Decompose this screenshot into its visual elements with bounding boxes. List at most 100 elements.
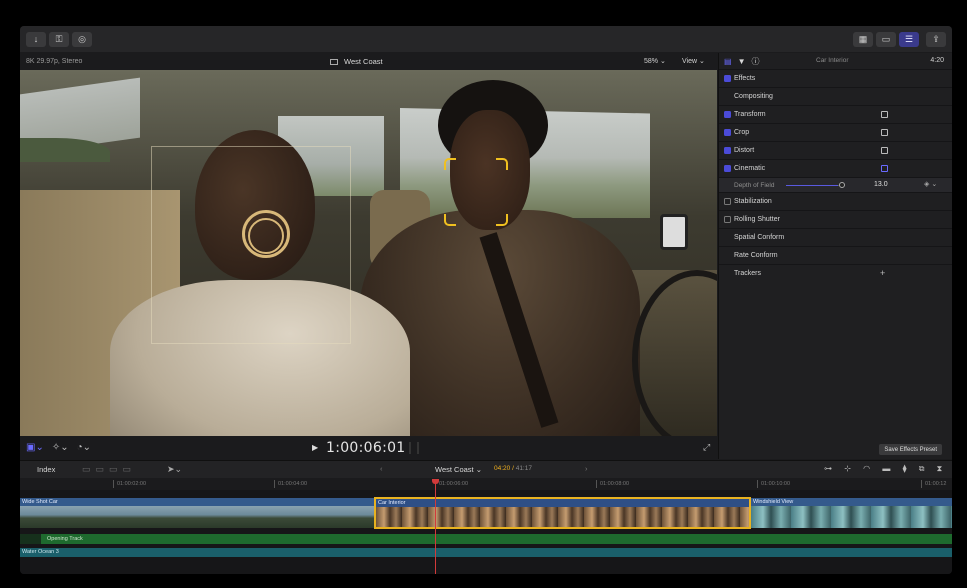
clip-windshield-view[interactable]: Windshield View xyxy=(751,498,952,528)
checkbox[interactable] xyxy=(724,216,731,223)
ruler-tick-label: 01:00:08:00 xyxy=(595,480,630,488)
row-label: Distort xyxy=(734,147,755,154)
timeline-tracks[interactable]: Wide Shot Car Car Interior Windshield Vi… xyxy=(20,490,952,574)
timeline-ruler[interactable]: 01:00:02:00 01:00:04:00 01:00:06:00 01:00:0… xyxy=(20,479,952,489)
keyframe-icon[interactable]: ◈ ⌄ xyxy=(924,180,937,188)
inspector-row-cinematic[interactable]: Cinematic xyxy=(719,159,952,177)
forward-icon[interactable]: › xyxy=(585,464,588,473)
inspector-tabs: ▤ ▼ ⓘ Car Interior 4:20 xyxy=(719,53,952,69)
ruler-tick-label: 01:00:02:00 xyxy=(112,480,147,488)
timeline-header: Index ▭▭▭▭ ➤⌄ ‹ West Coast ⌄ 04:20 / 41:… xyxy=(20,460,952,478)
edit-tools-icon[interactable]: ▭▭▭▭ xyxy=(82,464,136,475)
final-cut-window: ↓ ⚿ ◎ ▦ ▭ ☰ ⇪ 8K 29.97p, Stereo West Coa… xyxy=(20,26,952,574)
clip-thumbnails xyxy=(751,506,952,528)
timeline-toggle-icon[interactable]: ▭ xyxy=(876,32,896,47)
inspector-row-crop[interactable]: Crop xyxy=(719,123,952,141)
clip-wide-shot-car[interactable]: Wide Shot Car xyxy=(20,498,374,528)
select-tool-icon[interactable]: ➤⌄ xyxy=(167,464,182,475)
keywords-icon[interactable]: ⚿ xyxy=(49,31,69,47)
ruler-tick-label: 01:00:04:00 xyxy=(273,480,308,488)
browser-toggle-icon[interactable]: ▦ xyxy=(853,32,873,47)
timecode-display: 1:00:06:01 xyxy=(326,440,406,456)
speed-icon[interactable]: ◔⌄ xyxy=(77,442,91,453)
inspector-row-effects[interactable]: Effects xyxy=(719,69,952,87)
video-inspector-icon[interactable]: ▤ xyxy=(724,57,732,66)
clip-duration: 4:20 xyxy=(930,57,944,64)
inspector-row-stabilization[interactable]: Stabilization xyxy=(719,192,952,210)
row-label: Compositing xyxy=(734,93,773,100)
crop-icon[interactable] xyxy=(881,129,888,136)
checkbox[interactable] xyxy=(724,129,731,136)
row-label: Rate Conform xyxy=(734,252,778,259)
clip-thumbnails xyxy=(20,506,374,528)
clip-car-interior[interactable]: Car Interior xyxy=(374,497,751,529)
save-effects-preset-button[interactable]: Save Effects Preset xyxy=(879,444,942,455)
face-detection-box[interactable] xyxy=(444,158,508,226)
play-button[interactable]: ▶ xyxy=(312,443,318,452)
depth-of-field-row[interactable]: Depth of Field 13.0 ◈ ⌄ xyxy=(719,177,952,192)
inspector-row-rolling-shutter[interactable]: Rolling Shutter xyxy=(719,210,952,228)
viewer-title: West Coast xyxy=(330,57,383,66)
row-label: Cinematic xyxy=(734,165,766,172)
import-icon[interactable]: ↓ xyxy=(26,31,46,47)
inspector-row-distort[interactable]: Distort xyxy=(719,141,952,159)
side-mirror xyxy=(660,214,688,250)
toolbar: ↓ ⚿ ◎ ▦ ▭ ☰ ⇪ xyxy=(20,26,952,52)
inspector-row-trackers[interactable]: Trackers + xyxy=(719,264,952,282)
inspector-row-transform[interactable]: Transform xyxy=(719,105,952,123)
depth-slider-knob[interactable] xyxy=(839,182,845,188)
back-icon[interactable]: ‹ xyxy=(380,464,383,473)
index-button[interactable]: Index xyxy=(37,465,55,474)
playhead[interactable] xyxy=(432,479,439,574)
timeline-position: 04:20 / 41:17 xyxy=(494,465,532,472)
format-info: 8K 29.97p, Stereo xyxy=(26,57,83,65)
focus-tracker-box[interactable] xyxy=(151,146,351,344)
row-label: Spatial Conform xyxy=(734,234,785,241)
inspector-row-rate-conform[interactable]: Rate Conform xyxy=(719,246,952,264)
row-label: Transform xyxy=(734,111,766,118)
add-icon[interactable]: + xyxy=(880,268,885,278)
distort-icon[interactable] xyxy=(881,147,888,154)
depth-value[interactable]: 13.0 xyxy=(874,181,888,188)
timeline-tools-icon[interactable]: ⊶ ⊹ ◠ ▬ ⧫ ⧉ ⧗ xyxy=(824,464,947,474)
camera-icon[interactable]: ▣⌄ xyxy=(26,442,44,453)
clip-name: Car Interior xyxy=(816,57,849,64)
ruler-tick-label: 01:00:06:00 xyxy=(434,480,469,488)
enhance-icon[interactable]: ✧⌄ xyxy=(52,442,69,453)
viewer-header: 8K 29.97p, Stereo West Coast 58% ⌄ View … xyxy=(20,53,717,69)
transform-icon[interactable] xyxy=(881,111,888,118)
checkbox[interactable] xyxy=(724,198,731,205)
view-menu[interactable]: View ⌄ xyxy=(682,57,705,65)
zoom-menu[interactable]: 58% ⌄ xyxy=(644,57,666,65)
inspector: ▤ ▼ ⓘ Car Interior 4:20 Effects Compositi… xyxy=(718,53,952,459)
row-label: Stabilization xyxy=(734,198,772,205)
info-icon[interactable]: ⓘ xyxy=(751,56,759,67)
inspector-row-compositing[interactable]: Compositing xyxy=(719,87,952,105)
checkbox[interactable] xyxy=(724,111,731,118)
row-label: Rolling Shutter xyxy=(734,216,780,223)
depth-slider-fill xyxy=(786,185,838,186)
camera-icon[interactable] xyxy=(881,165,888,172)
filter-icon[interactable]: ▼ xyxy=(738,57,746,66)
row-label: Trackers xyxy=(734,270,761,277)
row-label: Effects xyxy=(734,75,756,82)
audio-meter xyxy=(409,442,419,454)
ruler-tick-label: 01:00:12 xyxy=(920,480,947,488)
share-icon[interactable]: ⇪ xyxy=(926,32,946,47)
clapper-icon xyxy=(330,58,338,65)
ruler-tick-label: 01:00:10:00 xyxy=(756,480,791,488)
viewer-footer: ▣⌄ ✧⌄ ◔⌄ ▶ 1:00:06:01 ⤢ xyxy=(20,437,717,459)
audio-track-water-ocean[interactable]: Water Ocean 3 xyxy=(20,548,952,557)
audio-track-opening[interactable]: Opening Track xyxy=(20,534,952,544)
fullscreen-icon[interactable]: ⤢ xyxy=(703,442,710,453)
clip-thumbnails xyxy=(376,507,749,527)
row-label: Crop xyxy=(734,129,750,136)
checkbox[interactable] xyxy=(724,165,731,172)
checkbox[interactable] xyxy=(724,147,731,154)
inspector-row-spatial-conform[interactable]: Spatial Conform xyxy=(719,228,952,246)
checkbox[interactable] xyxy=(724,75,731,82)
viewer-video[interactable] xyxy=(20,70,717,436)
background-tasks-icon[interactable]: ◎ xyxy=(72,31,92,47)
project-menu[interactable]: West Coast ⌄ xyxy=(435,465,482,474)
inspector-toggle-icon[interactable]: ☰ xyxy=(899,32,919,47)
